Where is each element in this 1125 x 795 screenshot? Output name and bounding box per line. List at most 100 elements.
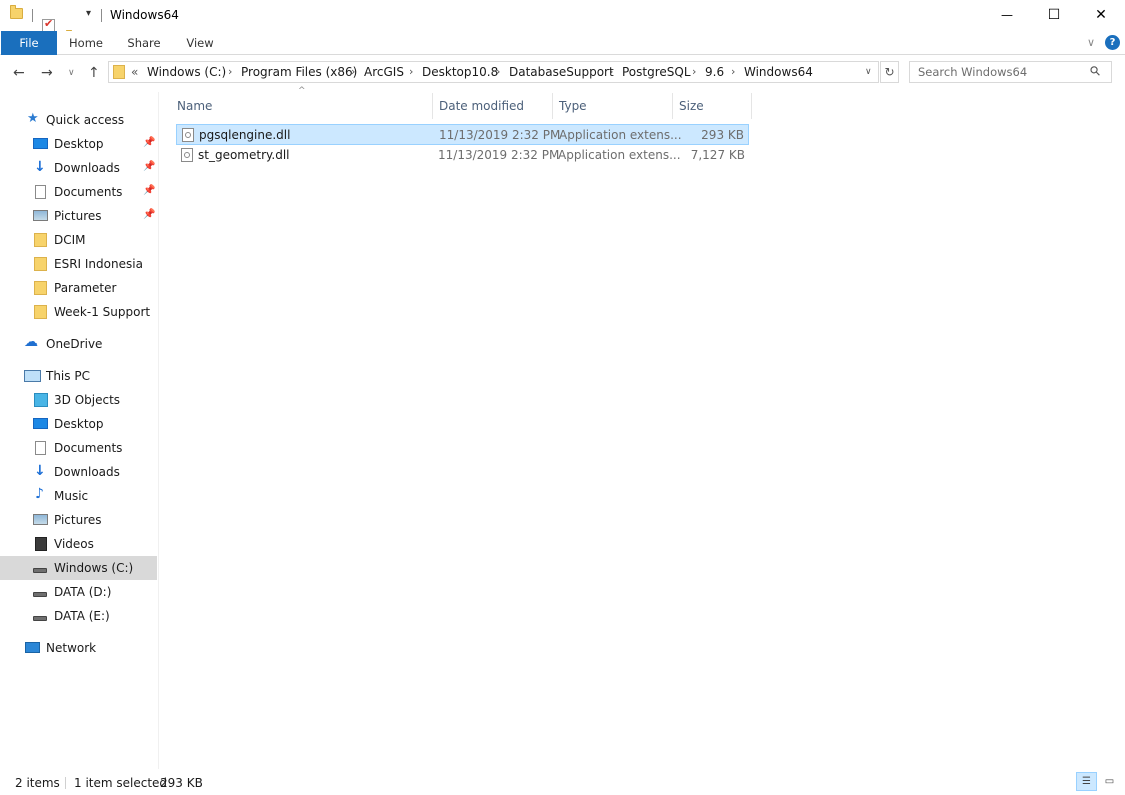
pin-icon[interactable]: 📌 xyxy=(143,137,155,148)
nav-item-music[interactable]: ♪ Music xyxy=(0,484,157,508)
breadcrumb-desktop108[interactable]: Desktop10.8 xyxy=(422,65,498,79)
column-date-modified[interactable]: Date modified xyxy=(433,93,553,119)
tab-file[interactable]: File xyxy=(1,31,57,55)
breadcrumb-separator[interactable]: › xyxy=(496,65,500,78)
breadcrumb-program-files[interactable]: Program Files (x86) xyxy=(241,65,357,79)
nav-item-week1-support[interactable]: Week-1 Support xyxy=(0,300,157,324)
nav-item-downloads[interactable]: ↓ Downloads xyxy=(0,460,157,484)
column-name[interactable]: Name xyxy=(171,93,433,119)
back-button[interactable]: ← xyxy=(13,65,25,81)
nav-item-pictures[interactable]: Pictures xyxy=(0,508,157,532)
search-icon[interactable]: ⚲ xyxy=(1087,63,1104,80)
breadcrumb-arcgis[interactable]: ArcGIS xyxy=(364,65,404,79)
breadcrumb-overflow[interactable]: « xyxy=(131,65,138,79)
column-size[interactable]: Size xyxy=(673,93,752,119)
pin-icon[interactable]: 📌 xyxy=(143,209,155,220)
nav-onedrive[interactable]: ☁ OneDrive xyxy=(0,332,157,356)
file-date: 11/13/2019 2:32 PM xyxy=(438,148,560,162)
expand-ribbon-icon[interactable]: ∨ xyxy=(1083,31,1099,55)
ribbon-tabs: File Home Share View ∨ ? xyxy=(0,31,1125,55)
customize-quick-access-icon[interactable]: ▾ xyxy=(86,8,91,19)
file-row[interactable]: pgsqlengine.dll 11/13/2019 2:32 PM Appli… xyxy=(176,124,749,145)
nav-item-data-d[interactable]: DATA (D:) xyxy=(0,580,157,604)
nav-item-desktop[interactable]: Desktop xyxy=(0,412,157,436)
nav-item-data-e[interactable]: DATA (E:) xyxy=(0,604,157,628)
breadcrumb-postgresql[interactable]: PostgreSQL xyxy=(622,65,691,79)
address-bar[interactable]: « Windows (C:) › Program Files (x86) › A… xyxy=(108,61,879,83)
up-button[interactable]: ↑ xyxy=(88,65,100,81)
nav-item-desktop[interactable]: Desktop 📌 xyxy=(0,132,157,156)
nav-item-windows-c[interactable]: Windows (C:) xyxy=(0,556,157,580)
column-type[interactable]: Type xyxy=(553,93,673,119)
maximize-button[interactable]: ☐ xyxy=(1031,0,1077,30)
pin-icon[interactable]: 📌 xyxy=(143,161,155,172)
nav-item-documents[interactable]: Documents xyxy=(0,436,157,460)
pin-icon[interactable]: 📌 xyxy=(143,185,155,196)
nav-label: Week-1 Support xyxy=(54,305,151,319)
search-box[interactable]: ⚲ xyxy=(909,61,1112,83)
downloads-icon: ↓ xyxy=(34,463,46,479)
file-date: 11/13/2019 2:32 PM xyxy=(439,128,561,142)
nav-label: This PC xyxy=(46,369,90,383)
breadcrumb-separator[interactable]: › xyxy=(409,65,413,78)
status-bar: 2 items 1 item selected 293 KB ☰ ▭ xyxy=(0,769,1125,795)
breadcrumb-separator[interactable]: › xyxy=(228,65,232,78)
breadcrumb-separator[interactable]: › xyxy=(731,65,735,78)
nav-label: Videos xyxy=(54,537,94,551)
address-dropdown-icon[interactable]: ∨ xyxy=(865,67,872,77)
breadcrumb-96[interactable]: 9.6 xyxy=(705,65,724,79)
nav-label: Documents xyxy=(54,185,123,199)
network-icon xyxy=(25,642,40,653)
title-bar: ▾ Windows64 — ☐ ✕ xyxy=(0,0,1125,44)
nav-item-3d-objects[interactable]: 3D Objects xyxy=(0,388,157,412)
nav-item-esri-indonesia[interactable]: ESRI Indonesia xyxy=(0,252,157,276)
file-row[interactable]: st_geometry.dll 11/13/2019 2:32 PM Appli… xyxy=(176,145,749,166)
selection-size: 293 KB xyxy=(160,776,203,790)
nav-label: ESRI Indonesia xyxy=(54,257,143,271)
forward-button[interactable]: → xyxy=(41,65,53,81)
breadcrumb-windows-c[interactable]: Windows (C:) xyxy=(147,65,226,79)
nav-label: Desktop xyxy=(54,137,104,151)
folder-icon xyxy=(10,5,23,19)
large-icons-view-icon: ▭ xyxy=(1104,776,1115,787)
breadcrumb-separator[interactable]: › xyxy=(692,65,696,78)
nav-label: OneDrive xyxy=(46,337,103,351)
divider xyxy=(101,9,102,22)
nav-label: Network xyxy=(46,641,97,655)
3d-objects-icon xyxy=(34,393,48,407)
minimize-button[interactable]: — xyxy=(984,0,1030,30)
tab-share[interactable]: Share xyxy=(118,31,170,55)
nav-item-downloads[interactable]: ↓ Downloads 📌 xyxy=(0,156,157,180)
recent-locations-button[interactable]: ∨ xyxy=(68,68,75,78)
close-button[interactable]: ✕ xyxy=(1078,0,1124,30)
nav-item-parameter[interactable]: Parameter xyxy=(0,276,157,300)
nav-quick-access[interactable]: ★ Quick access xyxy=(0,108,157,132)
breadcrumb-separator[interactable]: › xyxy=(609,65,613,78)
file-size: 7,127 KB xyxy=(690,148,745,162)
navigation-pane: ★ Quick access Desktop 📌 ↓ Downloads 📌 D… xyxy=(0,92,159,769)
nav-item-documents[interactable]: Documents 📌 xyxy=(0,180,157,204)
file-name: pgsqlengine.dll xyxy=(199,128,291,142)
breadcrumb-databasesupport[interactable]: DatabaseSupport xyxy=(509,65,614,79)
search-input[interactable] xyxy=(918,65,1078,79)
large-icons-view-button[interactable]: ▭ xyxy=(1099,772,1120,791)
tab-view[interactable]: View xyxy=(176,31,224,55)
breadcrumb-separator[interactable]: › xyxy=(351,65,355,78)
nav-network[interactable]: Network xyxy=(0,636,157,660)
refresh-button[interactable]: ↻ xyxy=(880,61,899,83)
help-icon[interactable]: ? xyxy=(1105,35,1120,50)
nav-label: Downloads xyxy=(54,161,120,175)
nav-this-pc[interactable]: This PC xyxy=(0,364,157,388)
music-icon: ♪ xyxy=(35,486,44,502)
tab-home[interactable]: Home xyxy=(60,31,112,55)
details-view-button[interactable]: ☰ xyxy=(1076,772,1097,791)
cloud-icon: ☁ xyxy=(24,334,38,350)
nav-label: Downloads xyxy=(54,465,120,479)
nav-item-pictures[interactable]: Pictures 📌 xyxy=(0,204,157,228)
nav-item-dcim[interactable]: DCIM xyxy=(0,228,157,252)
item-count: 2 items xyxy=(15,776,60,790)
nav-item-videos[interactable]: Videos xyxy=(0,532,157,556)
nav-label: Pictures xyxy=(54,513,102,527)
drive-icon xyxy=(33,568,47,573)
breadcrumb-windows64[interactable]: Windows64 xyxy=(744,65,813,79)
